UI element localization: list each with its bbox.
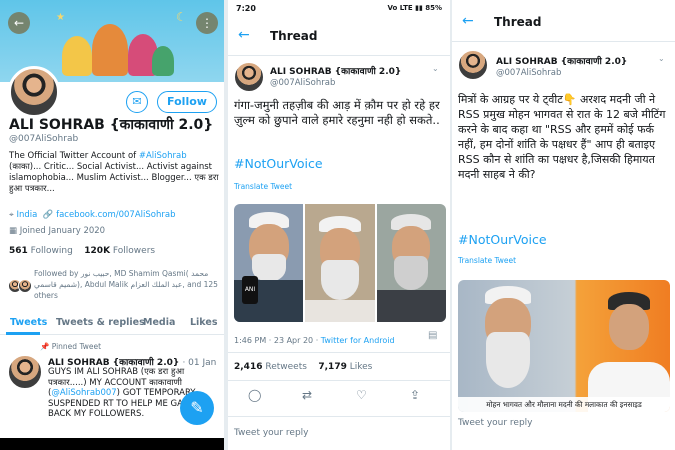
- more-vertical-icon[interactable]: ⋮: [196, 12, 218, 34]
- profile-handle: @007AliSohrab: [9, 134, 79, 144]
- star-decoration-icon: ★: [56, 12, 65, 23]
- profile-location: India: [16, 210, 38, 220]
- share-icon[interactable]: ⇪: [410, 388, 420, 402]
- author-name[interactable]: ALI SOHRAB {काकावाणी 2.0}: [270, 64, 401, 77]
- thread-title: Thread: [270, 29, 318, 43]
- reply-input[interactable]: Tweet your reply: [458, 418, 533, 428]
- compose-tweet-button[interactable]: ✎: [180, 391, 214, 425]
- reply-icon[interactable]: ◯: [248, 388, 261, 402]
- tweet-time-text: 1:46 PM · 23 Apr 20 ·: [234, 336, 321, 345]
- author-avatar[interactable]: [234, 62, 264, 92]
- author-handle: @007AliSohrab: [496, 68, 562, 78]
- following-link[interactable]: 561 Following: [9, 246, 73, 256]
- analytics-icon[interactable]: ▤: [428, 330, 437, 341]
- tweet-hashtag-link[interactable]: #NotOurVoice: [234, 156, 323, 171]
- chevron-down-icon[interactable]: ⌄: [432, 64, 439, 73]
- status-time: 7:20: [236, 4, 256, 13]
- bio-text-rest: (काका)... Critic... Social Activist... A…: [9, 162, 219, 194]
- tweet-photo-grid[interactable]: ANI: [234, 204, 446, 322]
- back-arrow-icon[interactable]: ←: [8, 12, 30, 34]
- follow-stats: 561 Following 120K Followers: [9, 246, 155, 256]
- translate-tweet-link[interactable]: Translate Tweet: [458, 256, 516, 265]
- tab-tweets-replies[interactable]: Tweets & replies: [56, 317, 145, 328]
- thread-screen-2: ← Thread ALI SOHRAB {काकावाणी 2.0} @007A…: [452, 0, 675, 450]
- tab-tweets[interactable]: Tweets: [10, 317, 47, 328]
- thread-title: Thread: [494, 15, 542, 29]
- feather-compose-icon: ✎: [190, 398, 204, 417]
- divider: [228, 380, 450, 381]
- retweets-count: 2,416: [234, 362, 263, 372]
- active-tab-indicator: [6, 332, 40, 335]
- retweets-label: Retweets: [265, 362, 307, 372]
- followed-by-text[interactable]: Followed by حبيب نور, MD Shamim Qasmi( م…: [34, 268, 220, 301]
- link-icon: 🔗: [42, 210, 54, 220]
- joined-row: ▦ Joined January 2020: [9, 226, 105, 236]
- tweet-photo[interactable]: मोहन भागवत और मौलाना मदनी की मलाकात की इ…: [458, 280, 670, 412]
- tweet-photo[interactable]: ANI: [234, 204, 304, 322]
- thread-header: ← Thread: [452, 4, 675, 42]
- status-icons: Vo LTE ▮▮ 85%: [387, 4, 442, 12]
- back-arrow-icon[interactable]: ←: [238, 27, 250, 43]
- reply-input[interactable]: Tweet your reply: [234, 428, 309, 438]
- like-icon[interactable]: ♡: [356, 388, 367, 402]
- followers-link[interactable]: 120K Followers: [84, 246, 155, 256]
- chevron-down-icon[interactable]: ⌄: [658, 54, 665, 63]
- pinned-text: Pinned Tweet: [51, 342, 102, 351]
- moon-decoration-icon: ☾: [176, 10, 187, 24]
- mail-icon[interactable]: ✉: [126, 91, 148, 113]
- thread-screen-1: 7:20 Vo LTE ▮▮ 85% ← Thread ALI SOHRAB {…: [228, 0, 450, 450]
- likes-count: 7,179: [318, 362, 347, 372]
- profile-name: ALI SOHRAB {काकावाणी 2.0}: [9, 117, 214, 133]
- following-label: Following: [30, 246, 73, 256]
- tweet-timestamp: 1:46 PM · 23 Apr 20 · Twitter for Androi…: [234, 336, 395, 345]
- tweet-photo[interactable]: [305, 204, 375, 322]
- divider: [228, 352, 450, 353]
- profile-meta-row: ⌖ India 🔗 facebook.com/007AliSohrab: [9, 210, 175, 220]
- thread-header: ← Thread: [228, 18, 450, 56]
- profile-bio: The Official Twitter Account of #AliSohr…: [9, 151, 219, 195]
- tweet-text: मित्रों के आग्रह पर ये ट्वीट👇 अरशद मदनी …: [458, 93, 666, 181]
- tweet-text: गंगा-जमुनी तहज़ीब की आड़ में क़ौम पर हो …: [234, 98, 440, 127]
- joined-date: Joined January 2020: [19, 226, 106, 236]
- tweet-hashtag-link[interactable]: #NotOurVoice: [458, 232, 547, 247]
- tweet-photo[interactable]: [376, 204, 446, 322]
- translate-tweet-link[interactable]: Translate Tweet: [234, 182, 292, 191]
- follower-avatar: [18, 279, 32, 293]
- pinned-label: 📌 Pinned Tweet: [40, 342, 101, 351]
- followers-label: Followers: [112, 246, 156, 256]
- retweets-link[interactable]: 2,416 Retweets: [234, 362, 307, 372]
- bio-hashtag-link[interactable]: #AliSohrab: [139, 151, 187, 161]
- follow-button[interactable]: Follow: [157, 91, 217, 113]
- location-pin-icon: ⌖: [9, 210, 14, 220]
- following-count: 561: [9, 246, 28, 256]
- calendar-icon: ▦: [9, 226, 18, 236]
- tweet-avatar[interactable]: [8, 355, 42, 389]
- bio-text: The Official Twitter Account of: [9, 151, 139, 161]
- profile-avatar[interactable]: [8, 66, 60, 118]
- tweet-source-link[interactable]: Twitter for Android: [321, 336, 395, 345]
- system-nav-bar: [458, 440, 670, 450]
- system-nav-bar: [0, 438, 224, 450]
- author-handle: @007AliSohrab: [270, 78, 336, 88]
- status-bar: 7:20 Vo LTE ▮▮ 85%: [228, 0, 450, 18]
- profile-website-link[interactable]: facebook.com/007AliSohrab: [56, 210, 175, 220]
- followers-count: 120K: [84, 246, 111, 256]
- tweet-mention-link[interactable]: @AliSohrab007: [51, 388, 116, 398]
- engagement-counts: 2,416 Retweets 7,179 Likes: [234, 362, 372, 372]
- author-name[interactable]: ALI SOHRAB {काकावाणी 2.0}: [496, 54, 627, 67]
- image-caption: मोहन भागवत और मौलाना मदनी की मलाकात की इ…: [458, 397, 670, 412]
- back-arrow-icon[interactable]: ←: [462, 13, 474, 29]
- likes-link[interactable]: 7,179 Likes: [318, 362, 372, 372]
- author-avatar[interactable]: [458, 50, 488, 80]
- tab-likes[interactable]: Likes: [190, 317, 217, 328]
- likes-label: Likes: [349, 362, 373, 372]
- pin-icon: 📌: [40, 342, 50, 351]
- profile-screen: ★ ☾ ← ⋮ ✉ Follow ALI SOHRAB {काकावाणी 2.…: [0, 0, 224, 450]
- divider: [228, 416, 450, 417]
- tab-media[interactable]: Media: [143, 317, 175, 328]
- retweet-icon[interactable]: ⇄: [302, 388, 312, 402]
